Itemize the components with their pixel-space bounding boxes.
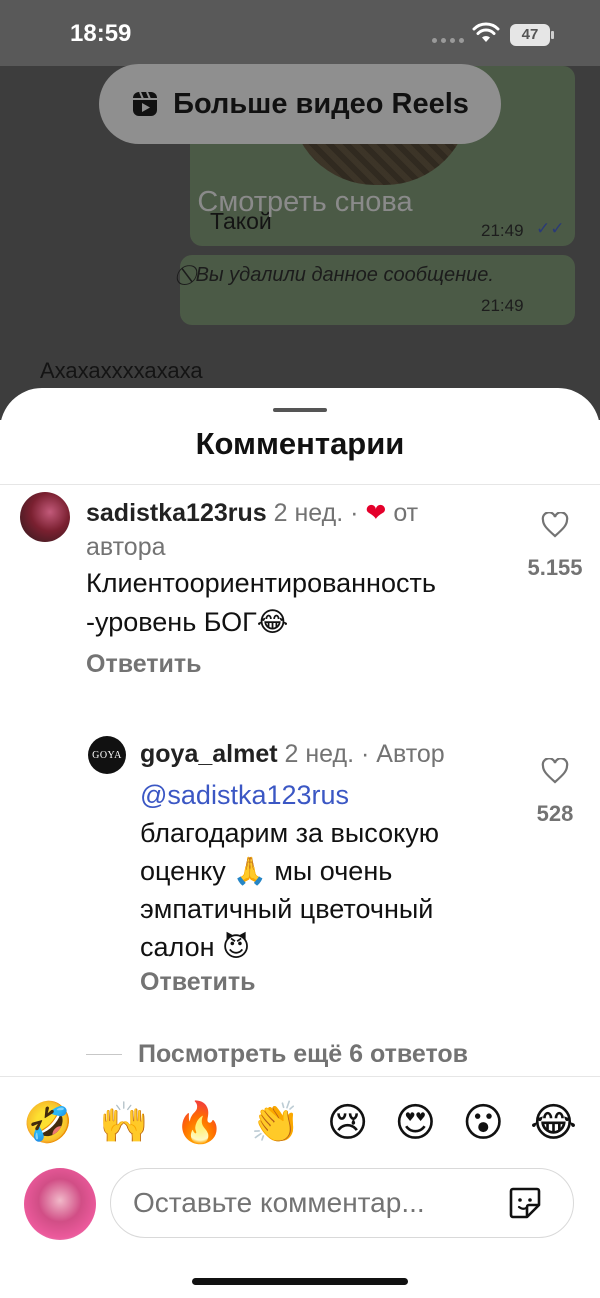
- emoji-cry[interactable]: 😢: [327, 1103, 369, 1143]
- heart-filled-icon: ❤: [365, 499, 387, 527]
- reels-icon: [133, 91, 158, 116]
- avatar[interactable]: [20, 492, 70, 542]
- meta-separator: ·: [361, 740, 370, 768]
- chat-deleted-message: ⃠ Вы удалили данное сообщение.: [190, 264, 494, 287]
- read-checks-icon: ✓✓: [536, 219, 565, 238]
- view-more-replies[interactable]: Посмотреть ещё 6 ответов: [86, 1040, 468, 1069]
- emoji-joy[interactable]: 😂: [530, 1103, 577, 1143]
- emoji-heart-eyes[interactable]: 😍: [395, 1103, 437, 1143]
- sticker-icon[interactable]: [507, 1185, 543, 1221]
- battery-indicator: 47: [510, 24, 550, 46]
- meta-separator: ·: [350, 499, 359, 527]
- comment-input-placeholder: Оставьте комментар...: [133, 1187, 425, 1218]
- chat-message-time: 21:49: [481, 296, 524, 315]
- divider: [0, 484, 600, 485]
- like-count: 528: [536, 801, 574, 826]
- avatar[interactable]: GOYA: [88, 736, 126, 774]
- comments-sheet: Комментарии sadistka123rus 2 нед. · ❤ от…: [0, 388, 600, 1298]
- reply-button[interactable]: Ответить: [140, 968, 256, 997]
- like-control[interactable]: 5.155: [520, 511, 590, 581]
- emoji-fire[interactable]: 🔥: [175, 1103, 225, 1143]
- sheet-drag-handle[interactable]: [273, 408, 327, 412]
- reel-background: Такой 21:49 ✓✓ ⃠ Вы удалили данное сообщ…: [0, 0, 600, 420]
- chat-message-time: 21:49: [481, 221, 524, 240]
- chat-message-text: Ахахаххххахаха: [40, 358, 203, 383]
- comment-username[interactable]: sadistka123rus: [86, 499, 267, 527]
- my-avatar[interactable]: [24, 1168, 96, 1240]
- emoji-quick-bar: 🤣 🙌 🔥 👏 😢 😍 😮 😂: [0, 1076, 600, 1168]
- status-bar: 18:59 47: [0, 0, 600, 66]
- avatar-logo-text: GOYA: [92, 749, 122, 761]
- heart-outline-icon[interactable]: [541, 511, 569, 538]
- comment-text: благодарим за высокую оценку 🙏 мы очень …: [140, 818, 439, 962]
- comment-input-row: Оставьте комментар...: [0, 1168, 600, 1258]
- wifi-icon: [472, 22, 500, 42]
- status-time: 18:59: [70, 20, 132, 47]
- comment: sadistka123rus 2 нед. · ❤ от автора Клие…: [0, 492, 600, 692]
- more-reels-button[interactable]: Больше видео Reels: [99, 64, 501, 144]
- emoji-rofl[interactable]: 🤣: [23, 1103, 73, 1143]
- like-count: 5.155: [527, 555, 583, 580]
- comment-username[interactable]: goya_almet: [140, 740, 278, 768]
- author-badge: Автор: [376, 740, 445, 768]
- comment-mention[interactable]: @sadistka123rus: [140, 776, 349, 814]
- reply-button[interactable]: Ответить: [86, 650, 202, 679]
- like-control[interactable]: 528: [520, 757, 590, 827]
- more-reels-label: Больше видео Reels: [173, 87, 469, 120]
- emoji-wow[interactable]: 😮: [462, 1103, 504, 1143]
- comment-text: Клиентоориентированность -уровень БОГ😂: [86, 568, 436, 637]
- sheet-title: Комментарии: [195, 426, 405, 461]
- comment-input[interactable]: Оставьте комментар...: [110, 1168, 574, 1238]
- comment-age: 2 нед.: [273, 499, 344, 527]
- battery-tip: [551, 31, 554, 39]
- watch-again-label[interactable]: Смотреть снова: [0, 186, 600, 219]
- more-replies-line: [86, 1054, 122, 1055]
- heart-outline-icon[interactable]: [541, 757, 569, 784]
- signal-dots-icon: [432, 38, 464, 43]
- comment-reply: GOYA goya_almet 2 нед. · Автор @sadistka…: [0, 734, 600, 1014]
- chat-deleted-text: Вы удалили данное сообщение.: [195, 264, 494, 286]
- comment-age: 2 нед.: [284, 740, 355, 768]
- emoji-raised-hands[interactable]: 🙌: [99, 1103, 149, 1143]
- more-replies-label: Посмотреть ещё 6 ответов: [138, 1040, 469, 1068]
- home-indicator[interactable]: [192, 1278, 408, 1285]
- emoji-clap[interactable]: 👏: [251, 1103, 301, 1143]
